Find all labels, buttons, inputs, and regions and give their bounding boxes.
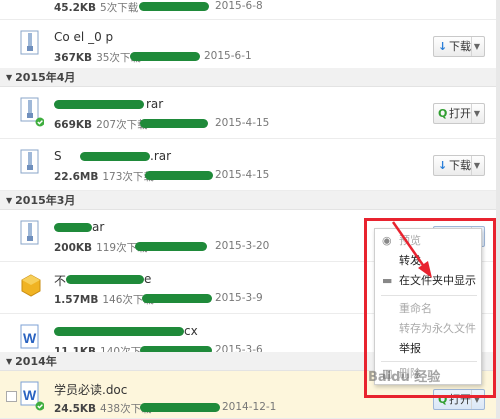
file-list-page: 45.2KB 5次下载 2015-6-8 Co el _0 p 367KB 35次下… — [0, 0, 500, 419]
scrollbar[interactable] — [496, 0, 500, 419]
annotation-arrow-icon — [391, 221, 432, 278]
baidu-watermark: Baidu 经验 — [368, 370, 441, 385]
